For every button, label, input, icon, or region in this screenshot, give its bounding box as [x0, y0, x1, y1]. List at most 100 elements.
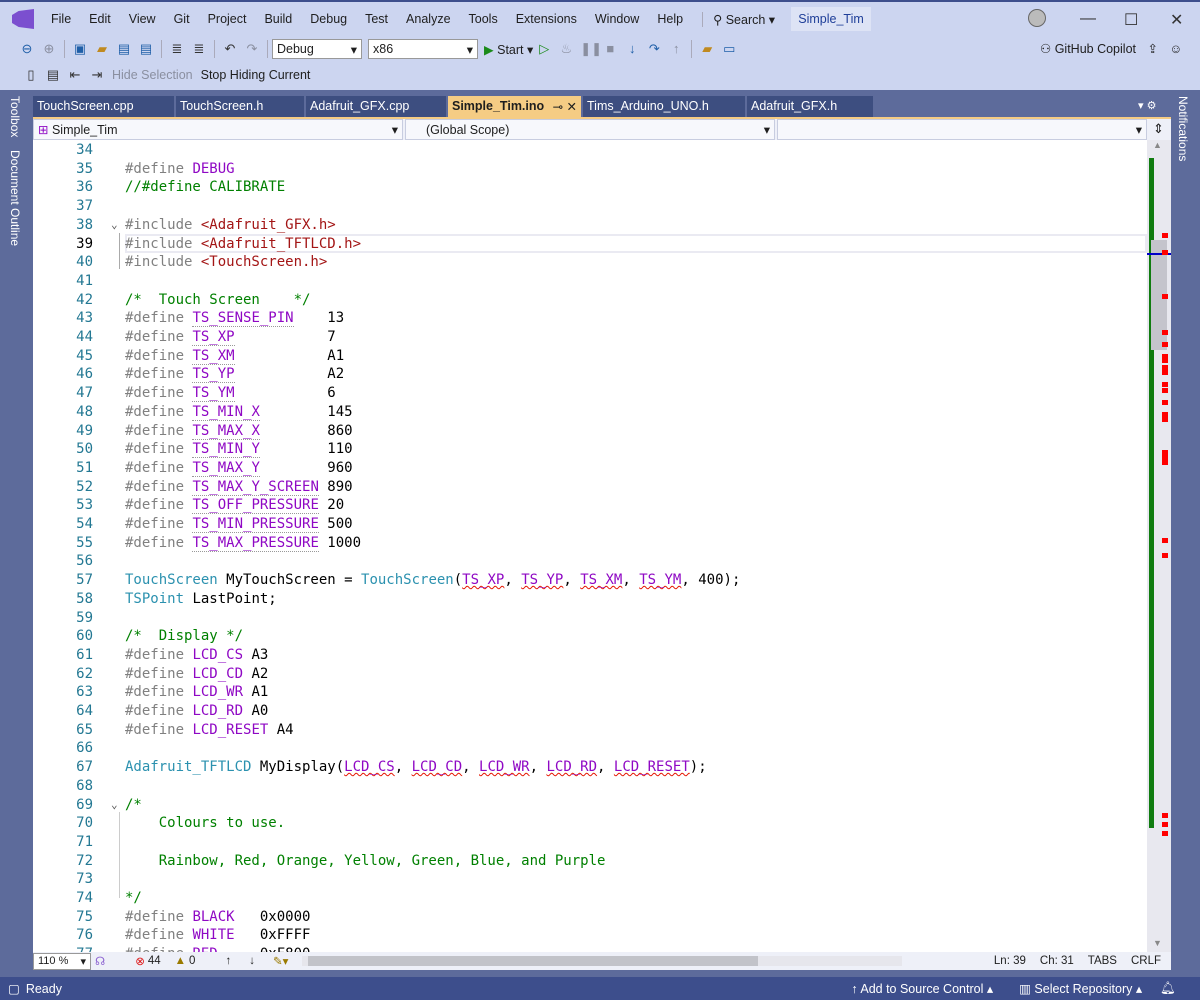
tab-adafruit-gfx-h[interactable]: Adafruit_GFX.h — [747, 96, 873, 117]
feedback-icon[interactable]: ☺ — [1169, 42, 1182, 56]
error-mark[interactable] — [1162, 388, 1168, 393]
toolbox-tab[interactable]: Toolbox — [8, 96, 22, 138]
save-all-icon[interactable]: ▤ — [138, 41, 154, 57]
platform-dropdown[interactable]: x86 ▾ — [368, 39, 478, 59]
uncomment-icon[interactable]: ≣ — [191, 41, 207, 57]
error-mark[interactable] — [1162, 358, 1168, 363]
redo-icon[interactable]: ↷ — [244, 41, 260, 57]
error-mark[interactable] — [1162, 382, 1168, 387]
vertical-scrollbar[interactable]: ▲ ▼ — [1147, 140, 1171, 952]
stop-hiding-current-button[interactable]: Stop Hiding Current — [201, 68, 311, 82]
menu-help[interactable]: Help — [648, 12, 692, 26]
collapse-chevron-icon[interactable]: ⌄ — [111, 796, 118, 815]
scope-dropdown[interactable]: (Global Scope) ▾ — [405, 119, 775, 140]
step-into-icon[interactable]: ↓ — [624, 41, 640, 57]
intellicode-icon[interactable]: ☊ — [95, 954, 105, 968]
menu-debug[interactable]: Debug — [301, 12, 356, 26]
indentation-indicator[interactable]: TABS — [1088, 955, 1117, 967]
notifications-bell-icon[interactable]: 🔔︎ — [1160, 981, 1176, 996]
error-mark[interactable] — [1162, 294, 1168, 299]
share-icon[interactable]: ⇪ — [1147, 42, 1157, 56]
tab-list-dropdown-icon[interactable]: ▾ ⚙ — [1138, 99, 1156, 112]
column-indicator[interactable]: Ch: 31 — [1040, 955, 1074, 967]
step-out-icon[interactable]: ↑ — [668, 41, 684, 57]
scroll-down-icon[interactable]: ▼ — [1153, 938, 1162, 948]
error-mark[interactable] — [1162, 330, 1168, 335]
menu-window[interactable]: Window — [586, 12, 648, 26]
find-in-files-icon[interactable]: ▰ — [699, 41, 715, 57]
forward-icon[interactable]: ⊕ — [41, 41, 57, 57]
menu-view[interactable]: View — [120, 12, 165, 26]
menu-test[interactable]: Test — [356, 12, 397, 26]
project-dropdown[interactable]: ⊞ Simple_Tim ▾ — [33, 119, 403, 140]
error-mark[interactable] — [1162, 233, 1168, 238]
next-issue-icon[interactable]: ↓ — [249, 955, 255, 967]
menu-build[interactable]: Build — [255, 12, 301, 26]
menu-analyze[interactable]: Analyze — [397, 12, 459, 26]
error-mark[interactable] — [1162, 538, 1168, 543]
outdent-icon[interactable]: ⇤ — [67, 67, 83, 83]
error-count[interactable]: 44 — [148, 955, 161, 967]
error-mark[interactable] — [1162, 370, 1168, 375]
tab-touchscreen-cpp[interactable]: TouchScreen.cpp — [33, 96, 174, 117]
previous-issue-icon[interactable]: ↑ — [225, 955, 231, 967]
error-mark[interactable] — [1162, 831, 1168, 836]
tab-simple-tim-ino[interactable]: Simple_Tim.ino ⊸ ✕ — [448, 96, 581, 117]
step-over-icon[interactable]: ↷ — [646, 41, 662, 57]
start-button[interactable]: ▶ Start ▾ — [484, 42, 533, 57]
horizontal-scrollbar[interactable] — [302, 956, 903, 966]
account-avatar[interactable] — [1028, 9, 1046, 27]
github-copilot-button[interactable]: ⚇ GitHub Copilot ⇪ ☺ — [1040, 41, 1182, 56]
error-mark[interactable] — [1162, 813, 1168, 818]
pin-close-icon[interactable]: ⊸ ✕ — [553, 99, 577, 114]
horizontal-scroll-thumb[interactable] — [308, 956, 759, 966]
tab-adafruit-gfx-cpp[interactable]: Adafruit_GFX.cpp — [306, 96, 446, 117]
indent-icon[interactable]: ⇥ — [89, 67, 105, 83]
back-icon[interactable]: ⊖ — [19, 41, 35, 57]
notifications-tab[interactable]: Notifications — [1176, 96, 1190, 162]
scroll-up-icon[interactable]: ▲ — [1153, 140, 1162, 150]
error-mark[interactable] — [1162, 342, 1168, 347]
menu-project[interactable]: Project — [199, 12, 256, 26]
document-outline-tab[interactable]: Document Outline — [8, 150, 22, 247]
error-mark[interactable] — [1162, 822, 1168, 827]
error-mark[interactable] — [1162, 417, 1168, 422]
menu-file[interactable]: File — [42, 12, 80, 26]
open-folder-icon[interactable]: ▰ — [94, 41, 110, 57]
warning-count[interactable]: 0 — [189, 955, 195, 967]
close-button[interactable]: ✕ — [1170, 10, 1183, 30]
search-button[interactable]: ⚲ Search ▾ — [702, 11, 775, 27]
menu-extensions[interactable]: Extensions — [507, 12, 586, 26]
line-ending-indicator[interactable]: CRLF — [1131, 955, 1161, 967]
error-mark[interactable] — [1162, 400, 1168, 405]
start-without-debugging-icon[interactable]: ▷ — [536, 41, 552, 57]
save-icon[interactable]: ▤ — [116, 41, 132, 57]
configuration-dropdown[interactable]: Debug ▾ — [272, 39, 362, 59]
comment-icon[interactable]: ≣ — [169, 41, 185, 57]
tab-tims-arduino-uno-h[interactable]: Tims_Arduino_UNO.h — [583, 96, 745, 117]
code-editor[interactable]: 34 35 #define DEBUG 36 //#define CALIBRATE 37… — [33, 140, 1171, 952]
error-mark[interactable] — [1162, 553, 1168, 558]
zoom-dropdown[interactable]: 110 % ▾ — [33, 952, 91, 970]
stop-icon[interactable]: ■ — [602, 41, 618, 57]
add-to-source-control-button[interactable]: ↑ Add to Source Control ▴ — [851, 981, 993, 996]
minimize-button[interactable]: — — [1080, 10, 1096, 28]
hide-selection-button[interactable]: Hide Selection — [112, 68, 193, 82]
hot-reload-icon[interactable]: ♨ — [558, 41, 574, 57]
error-mark[interactable] — [1162, 460, 1168, 465]
menu-tools[interactable]: Tools — [460, 12, 507, 26]
maximize-button[interactable]: ☐ — [1124, 10, 1138, 30]
collapse-chevron-icon[interactable]: ⌄ — [111, 216, 118, 235]
tab-touchscreen-h[interactable]: TouchScreen.h — [176, 96, 304, 117]
undo-icon[interactable]: ↶ — [222, 41, 238, 57]
pause-icon[interactable]: ❚❚ — [580, 41, 602, 57]
code-cleanup-icon[interactable]: ✎▾ — [273, 954, 288, 968]
window-layout-icon[interactable]: ▭ — [721, 41, 737, 57]
select-repository-button[interactable]: ▥ Select Repository ▴ — [1019, 981, 1142, 996]
new-project-icon[interactable]: ▣ — [72, 41, 88, 57]
error-mark[interactable] — [1162, 250, 1168, 255]
split-editor-icon[interactable]: ⇕ — [1149, 119, 1168, 140]
line-indicator[interactable]: Ln: 39 — [994, 955, 1026, 967]
menu-edit[interactable]: Edit — [80, 12, 120, 26]
menu-git[interactable]: Git — [165, 12, 199, 26]
